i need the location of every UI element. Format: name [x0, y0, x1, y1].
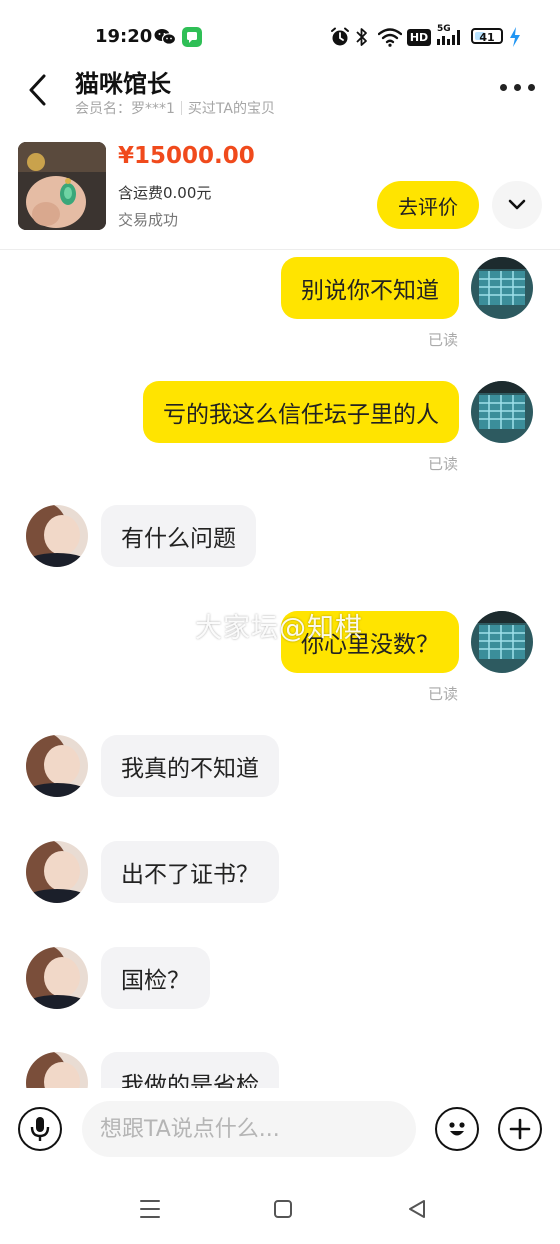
read-receipt: 已读 [428, 685, 459, 703]
product-price: ¥15000.00 [118, 143, 255, 169]
add-button[interactable] [498, 1107, 542, 1151]
my-avatar[interactable] [471, 381, 533, 443]
wechat-icon [154, 26, 176, 48]
message-bubble-sent[interactable]: 别说你不知道 [281, 257, 459, 319]
back-button[interactable] [24, 72, 54, 108]
hd-icon: HD [406, 26, 432, 48]
order-status: 交易成功 [118, 211, 179, 229]
hd-label: HD [406, 28, 432, 46]
status-bar: 19:20 HD 5G 41 [0, 0, 560, 70]
network-label: 5G [437, 24, 451, 34]
member-name: 会员名：罗***1 [75, 101, 175, 117]
more-dot-icon [528, 84, 535, 91]
my-avatar[interactable] [471, 257, 533, 319]
back-arrow-icon [29, 74, 46, 106]
signal-5g-icon: 5G [437, 24, 463, 48]
seller-avatar[interactable] [26, 505, 88, 567]
purchase-note: 买过TA的宝贝 [187, 101, 275, 117]
charging-icon [508, 26, 522, 48]
recent-apps-button[interactable] [137, 1196, 163, 1222]
seller-avatar[interactable] [26, 735, 88, 797]
read-receipt: 已读 [428, 331, 459, 349]
emoji-button[interactable] [435, 1107, 479, 1151]
more-dot-icon [514, 84, 521, 91]
message-bubble-received[interactable]: 我真的不知道 [101, 735, 279, 797]
expand-button[interactable] [492, 181, 542, 229]
home-button[interactable] [270, 1196, 296, 1222]
back-nav-button[interactable] [404, 1196, 430, 1222]
my-avatar[interactable] [471, 611, 533, 673]
seller-avatar[interactable] [26, 947, 88, 1009]
wifi-icon [378, 26, 402, 48]
voice-button[interactable] [18, 1107, 62, 1151]
square-icon [274, 1200, 292, 1218]
message-bubble-received[interactable]: 出不了证书？ [101, 841, 279, 903]
triangle-back-icon [409, 1200, 425, 1218]
emoji-icon [449, 1122, 465, 1136]
battery-icon: 41 [471, 28, 503, 44]
subtitle-divider [180, 101, 182, 115]
microphone-icon [30, 1117, 50, 1141]
messages-app-icon [182, 26, 202, 48]
chat-subtitle: 会员名：罗***1 买过TA的宝贝 [75, 98, 275, 118]
message-bubble-sent[interactable]: 亏的我这么信任坛子里的人 [143, 381, 459, 443]
message-input[interactable] [82, 1101, 416, 1157]
message-bubble-received[interactable]: 有什么问题 [101, 505, 256, 567]
status-time: 19:20 [95, 26, 153, 47]
product-thumbnail[interactable] [18, 142, 106, 230]
bluetooth-icon [355, 26, 369, 48]
watermark-text: 大家坛@知棋 [195, 613, 363, 644]
shipping-info: 含运费0.00元 [118, 184, 212, 202]
chat-title: 猫咪馆长 [75, 70, 171, 98]
seller-avatar[interactable] [26, 841, 88, 903]
chevron-down-icon [508, 199, 526, 210]
review-button[interactable]: 去评价 [377, 181, 479, 229]
battery-level: 41 [479, 31, 495, 44]
read-receipt: 已读 [428, 455, 459, 473]
plus-icon [509, 1118, 531, 1140]
message-bubble-received[interactable]: 国检？ [101, 947, 210, 1009]
more-dot-icon [500, 84, 507, 91]
menu-icon [140, 1200, 160, 1218]
more-options-button[interactable] [500, 84, 540, 96]
header-divider [0, 249, 560, 250]
alarm-icon [330, 26, 350, 48]
